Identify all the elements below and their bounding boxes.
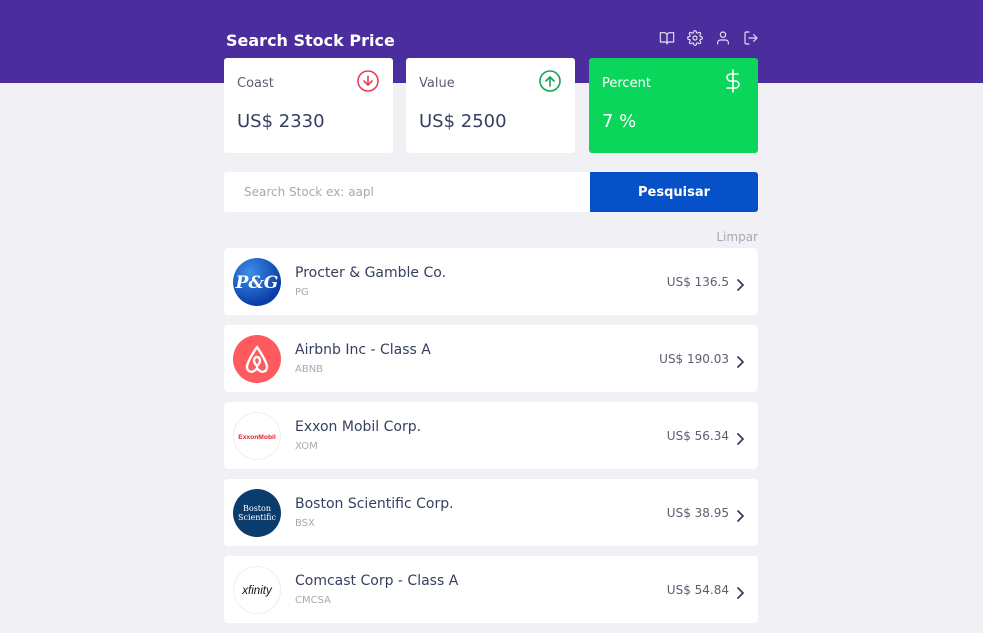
list-item[interactable]: xfinity Comcast Corp - Class A CMCSA US$…	[224, 556, 758, 623]
stock-name: Boston Scientific Corp.	[295, 496, 454, 512]
svg-text:xfinity: xfinity	[241, 584, 273, 596]
cost-label: Coast	[237, 75, 274, 91]
search-button[interactable]: Pesquisar	[590, 172, 758, 212]
stock-ticker: ABNB	[295, 364, 324, 375]
percent-card: Percent 7 %	[589, 58, 758, 153]
stock-price: US$ 56.34	[666, 428, 729, 443]
page-title: Search Stock Price	[226, 31, 395, 50]
chevron-right-icon	[735, 584, 745, 599]
clear-link[interactable]: Limpar	[716, 230, 758, 244]
boston-scientific-logo: Boston Scientific	[233, 488, 281, 537]
stock-ticker: BSX	[295, 518, 315, 529]
chevron-right-icon	[735, 353, 745, 368]
search-input[interactable]	[224, 172, 591, 212]
chevron-right-icon	[735, 507, 745, 522]
percent-label: Percent	[602, 75, 651, 91]
stock-price: US$ 136.5	[666, 274, 729, 289]
stock-ticker: XOM	[295, 441, 318, 452]
svg-text:P&G: P&G	[235, 273, 279, 293]
arrow-up-circle-icon	[538, 69, 562, 97]
stock-list: P&G Procter & Gamble Co. PG US$ 136.5 Ai…	[224, 248, 758, 633]
header-toolbar	[658, 29, 760, 47]
svg-text:ExxonMobil: ExxonMobil	[238, 433, 276, 440]
list-item[interactable]: Airbnb Inc - Class A ABNB US$ 190.03	[224, 325, 758, 392]
value-label: Value	[419, 75, 455, 91]
stock-name: Airbnb Inc - Class A	[295, 342, 431, 358]
percent-value: 7 %	[602, 111, 637, 132]
stock-price: US$ 54.84	[666, 582, 729, 597]
list-item[interactable]: Boston Scientific Boston Scientific Corp…	[224, 479, 758, 546]
dollar-icon	[721, 69, 745, 97]
stock-name: Procter & Gamble Co.	[295, 265, 447, 281]
stock-ticker: CMCSA	[295, 595, 331, 606]
user-icon[interactable]	[714, 29, 732, 47]
svg-text:Scientific: Scientific	[238, 513, 277, 522]
chevron-right-icon	[735, 276, 745, 291]
stock-price: US$ 190.03	[659, 351, 729, 366]
chevron-right-icon	[735, 430, 745, 445]
gear-icon[interactable]	[686, 29, 704, 47]
xfinity-logo: xfinity	[233, 565, 281, 614]
list-item[interactable]: ExxonMobil Exxon Mobil Corp. XOM US$ 56.…	[224, 402, 758, 469]
stock-ticker: PG	[295, 287, 309, 298]
cost-card: Coast US$ 2330	[224, 58, 393, 153]
cost-value: US$ 2330	[237, 111, 325, 132]
list-item[interactable]: P&G Procter & Gamble Co. PG US$ 136.5	[224, 248, 758, 315]
pg-logo: P&G	[233, 257, 281, 306]
svg-text:Boston: Boston	[243, 504, 271, 513]
value-card: Value US$ 2500	[406, 58, 575, 153]
arrow-down-circle-icon	[356, 69, 380, 97]
exxonmobil-logo: ExxonMobil	[233, 411, 281, 460]
stock-price: US$ 38.95	[666, 505, 729, 520]
book-icon[interactable]	[658, 29, 676, 47]
stock-name: Comcast Corp - Class A	[295, 573, 459, 589]
logout-icon[interactable]	[742, 29, 760, 47]
stock-name: Exxon Mobil Corp.	[295, 419, 422, 435]
value-value: US$ 2500	[419, 111, 507, 132]
airbnb-logo	[233, 334, 281, 383]
